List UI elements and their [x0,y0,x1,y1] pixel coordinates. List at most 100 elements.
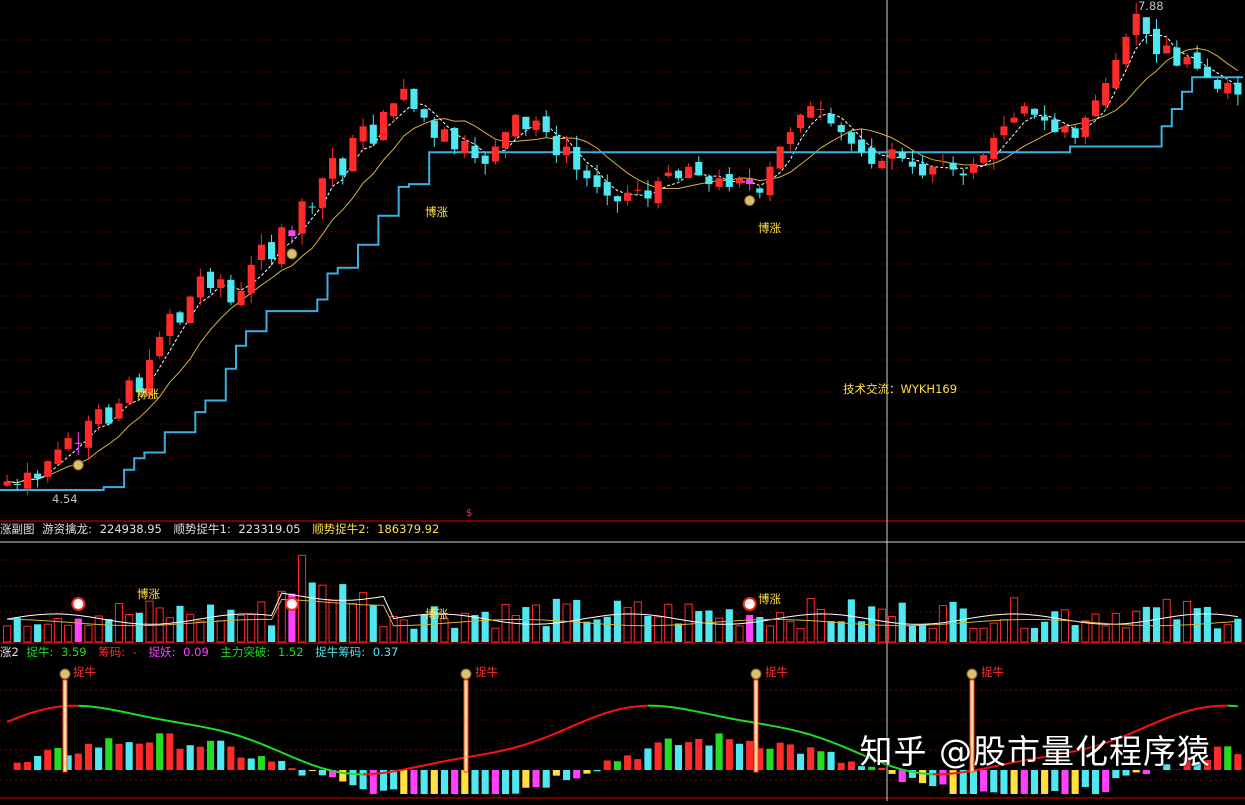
indicator-signal-label-4: 捉牛 [981,665,1004,679]
indicator-line-segment [597,713,607,716]
candle-body [85,421,92,448]
indicator-line-segment [1197,707,1207,709]
candle-body [227,280,234,303]
candle-body [421,109,428,118]
candle-body [248,265,255,293]
volume-bar [75,619,82,642]
candle-body [441,129,448,141]
marker-label: $ [466,507,472,521]
volume-bar [980,628,987,642]
indicator-line-segment [587,716,597,720]
candle-body [797,115,804,128]
volume-bar [797,629,804,642]
candle-body [1204,67,1211,78]
candle-body [1092,100,1099,116]
indicator-bar [319,770,326,775]
candle-body [1214,80,1221,89]
indicator-line-segment [221,731,231,734]
indicator-line-segment [1177,711,1187,714]
indicator-line-segment [251,740,261,744]
candle-body [1102,83,1109,106]
indicator-signal-label-3: 捉牛 [765,665,788,679]
volume-bar [258,602,265,642]
indicator-bar [105,738,112,770]
volume-bar [787,621,794,642]
candle-body [309,206,316,207]
indicator-line-segment [516,744,526,747]
indicator-line-segment [678,708,688,710]
indicator-bar [1011,770,1018,794]
indicator-bar [136,744,143,770]
indicator-bar [349,770,356,785]
indicator-bar [278,761,285,770]
indicator-bar [746,741,753,770]
candle-body [777,147,784,169]
indicator-line-segment [312,765,322,768]
candle-body [451,128,458,149]
candle-body [339,158,346,175]
indicator-bar [1214,747,1221,770]
indicator-line-segment [617,708,627,710]
volume-bar [502,604,509,642]
indicator-bar [176,749,183,770]
indicator-bar [1224,746,1231,770]
indicator-bar [624,755,631,770]
candle-body [716,178,723,187]
volume-signal-label-1: 博涨 [137,587,160,601]
candle-body [919,164,926,176]
indicator-item-3: 主力突破: 1.52 [220,645,307,659]
candle-body [207,272,214,288]
volume-bar [1214,628,1221,642]
indicator-line-segment [536,737,546,741]
indicator-line-segment [801,732,811,735]
candle-body [695,162,702,175]
indicator-line-segment [282,753,292,757]
indicator-line-segment [780,727,790,729]
indicator-bar [970,770,977,794]
indicator-bar [237,758,244,770]
candle-body [950,163,957,170]
indicator-bar [258,756,265,770]
indicator-line-segment [444,759,454,761]
indicator-bar [817,751,824,770]
volume-bar [166,618,173,642]
candle-body [44,461,51,477]
candle-body [1234,83,1241,95]
indicator-line-segment [38,708,48,710]
indicator-bar [166,733,173,770]
indicator-line-segment [526,741,536,744]
indicator-line-segment [1167,714,1177,718]
candle-body [594,175,601,187]
candle-body [522,117,529,129]
candle-body [461,141,468,154]
indicator-bar [75,754,82,770]
volume-bar [136,613,143,642]
indicator-bar [655,742,662,770]
candle-body [360,126,367,141]
indicator-bar [34,756,41,770]
indicator-item-2: 捉妖: 0.09 [149,645,213,659]
indicator-line-segment [200,726,210,728]
candle-body [787,132,794,144]
volume-bar [44,624,51,642]
candle-body [512,115,519,137]
indicator-bar [553,770,560,776]
candle-body [258,245,265,260]
indicator-bar [777,743,784,770]
indicator-line-segment [170,721,180,723]
indicator-bar [299,770,306,776]
candle-body [726,174,733,187]
candle-body [14,484,21,485]
volume-bar [746,615,753,642]
candle-body [889,149,896,158]
candle-body [4,481,11,485]
indicator-line-segment [48,707,58,709]
volume-bar [24,626,31,642]
volume-bar [644,616,651,642]
candle-body [848,132,855,143]
indicator-line-segment [689,710,699,712]
indicator-line-segment [475,754,485,756]
volume-bar [400,620,407,642]
indicator-line-segment [709,714,719,716]
candle-body [980,155,987,163]
